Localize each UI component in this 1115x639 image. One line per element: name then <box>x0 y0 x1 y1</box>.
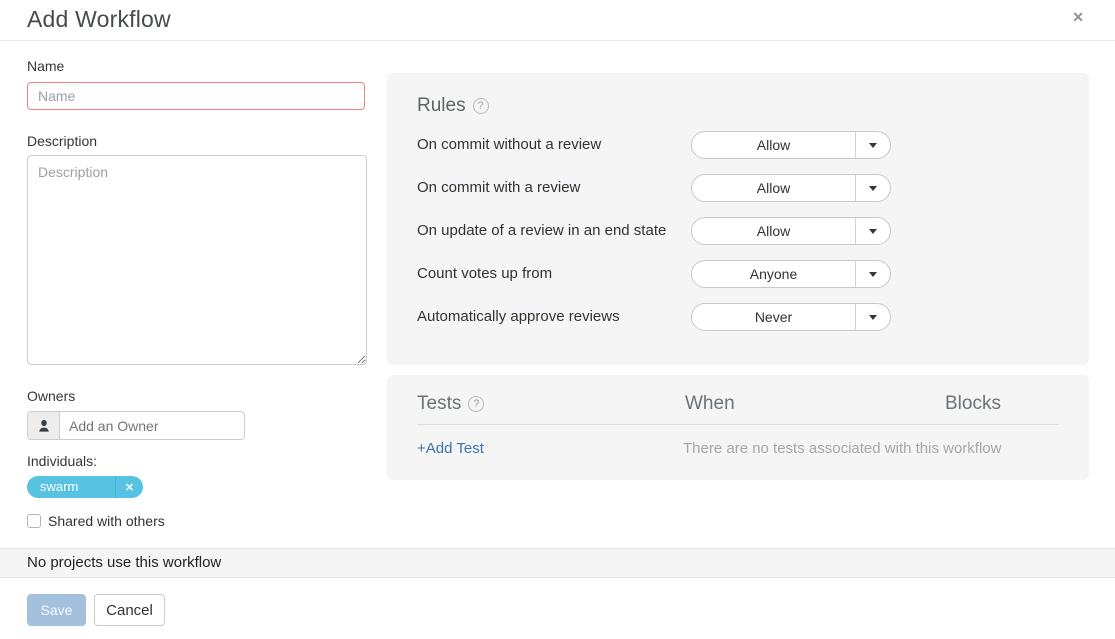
person-icon <box>28 412 60 439</box>
tests-header-row: Tests ? When Blocks <box>417 393 1059 425</box>
rule-label: On commit without a review <box>417 131 601 159</box>
rule-dropdown[interactable]: Allow <box>691 174 891 202</box>
rule-row: Count votes up from Anyone <box>417 260 1059 288</box>
owner-tag-swarm: swarm ✕ <box>27 476 143 498</box>
save-button[interactable]: Save <box>27 594 86 626</box>
rules-title: Rules ? <box>417 95 1059 117</box>
description-textarea[interactable] <box>27 155 367 365</box>
cancel-button[interactable]: Cancel <box>94 594 165 626</box>
rule-label: Count votes up from <box>417 260 552 288</box>
rule-dropdown-caret-button[interactable] <box>855 218 890 244</box>
rule-dropdown[interactable]: Allow <box>691 131 891 159</box>
name-input[interactable] <box>27 82 365 110</box>
rule-dropdown-caret-button[interactable] <box>855 175 890 201</box>
owners-label: Owners <box>27 388 75 404</box>
rules-panel: Rules ? On commit without a review Allow… <box>387 73 1089 365</box>
projects-bar: No projects use this workflow <box>0 548 1115 578</box>
shared-with-others-checkbox[interactable] <box>27 514 41 528</box>
rule-label: On commit with a review <box>417 174 580 202</box>
individuals-label: Individuals: <box>27 453 97 469</box>
projects-bar-text: No projects use this workflow <box>27 554 221 571</box>
rule-dropdown-value[interactable]: Allow <box>692 218 855 244</box>
close-icon[interactable]: ✕ <box>1072 9 1084 25</box>
rule-dropdown[interactable]: Never <box>691 303 891 331</box>
tests-panel: Tests ? When Blocks +Add Test There are … <box>387 375 1089 480</box>
tests-column-when: When <box>685 393 735 415</box>
shared-with-others-row: Shared with others <box>27 512 165 530</box>
rule-dropdown-value[interactable]: Anyone <box>692 261 855 287</box>
rule-dropdown-caret-button[interactable] <box>855 261 890 287</box>
name-label: Name <box>27 58 64 74</box>
tag-remove-icon[interactable]: ✕ <box>115 476 143 498</box>
rule-dropdown-value[interactable]: Allow <box>692 175 855 201</box>
chevron-down-icon <box>869 229 877 234</box>
rule-label: On update of a review in an end state <box>417 217 666 245</box>
shared-with-others-label: Shared with others <box>48 513 165 529</box>
rules-title-text: Rules <box>417 95 466 117</box>
tests-column-blocks: Blocks <box>945 393 1001 415</box>
rule-dropdown[interactable]: Allow <box>691 217 891 245</box>
owner-search-input[interactable] <box>60 412 245 439</box>
add-test-link[interactable]: +Add Test <box>417 440 484 457</box>
rule-dropdown-caret-button[interactable] <box>855 132 890 158</box>
tests-empty-message: There are no tests associated with this … <box>683 440 1001 457</box>
owners-input-group <box>27 411 245 440</box>
chevron-down-icon <box>869 143 877 148</box>
rule-dropdown-value[interactable]: Never <box>692 304 855 330</box>
rule-row: On commit with a review Allow <box>417 174 1059 202</box>
dialog-header: Add Workflow ✕ <box>0 0 1115 41</box>
rule-row: Automatically approve reviews Never <box>417 303 1059 331</box>
tag-label: swarm <box>27 476 115 498</box>
tests-title-text: Tests <box>417 393 461 415</box>
tests-title: Tests ? <box>417 393 484 415</box>
description-label: Description <box>27 133 97 149</box>
rule-dropdown[interactable]: Anyone <box>691 260 891 288</box>
tests-body-row: +Add Test There are no tests associated … <box>417 425 1059 469</box>
page-title: Add Workflow <box>27 6 171 33</box>
tests-help-icon[interactable]: ? <box>468 396 484 412</box>
chevron-down-icon <box>869 186 877 191</box>
chevron-down-icon <box>869 272 877 277</box>
rule-row: On commit without a review Allow <box>417 131 1059 159</box>
rule-row: On update of a review in an end state Al… <box>417 217 1059 245</box>
rules-help-icon[interactable]: ? <box>473 98 489 114</box>
rule-label: Automatically approve reviews <box>417 303 620 331</box>
chevron-down-icon <box>869 315 877 320</box>
rule-dropdown-value[interactable]: Allow <box>692 132 855 158</box>
rule-dropdown-caret-button[interactable] <box>855 304 890 330</box>
